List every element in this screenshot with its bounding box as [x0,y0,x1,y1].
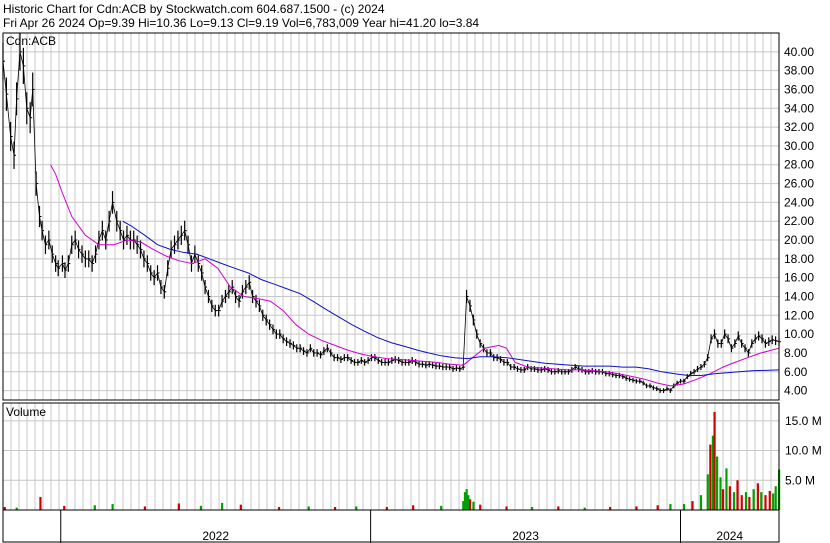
price-connector [22,65,28,109]
volume-bar [39,496,42,510]
price-panel-label: Cdn:ACB [6,34,56,48]
volume-bar [756,483,759,510]
x-axis-label: 2024 [716,529,743,543]
y-tick-label: 8.00 [784,346,808,360]
x-axis-label: 2023 [512,529,539,543]
x-axis-frame [2,509,780,543]
y-tick-label: 16.00 [784,271,814,285]
y-tick-label: 10.00 [784,327,814,341]
price-connector [462,296,467,368]
volume-bar [736,480,739,510]
y-tick-label: 24.00 [784,195,814,209]
volume-bar [748,496,751,510]
volume-bar [412,505,415,510]
volume-bar [656,505,659,510]
volume-series [3,411,781,510]
volume-bar [764,495,767,510]
volume-bar [307,506,310,510]
volume-bar [93,505,96,510]
volume-panel-frame [2,402,780,511]
price-connector [32,89,37,184]
volume-bar [557,506,560,510]
y-tick-label: 18.00 [784,252,814,266]
volume-bar [768,490,771,510]
y-tick-label: 32.00 [784,120,814,134]
year-dividers [60,510,682,543]
volume-bar [752,489,755,510]
volume-bar [706,474,709,510]
volume-tick-label: 5.0 M [785,473,815,487]
volume-bar [505,506,508,510]
y-tick-label: 12.00 [784,308,814,322]
y-tick-label: 4.00 [784,384,808,398]
volume-bar [733,492,736,510]
volume-bar [719,477,722,510]
volume-bar [635,506,638,510]
volume-bar [740,495,743,510]
price-connector [5,94,12,137]
price-connector [35,183,40,217]
volume-bar [355,506,358,510]
price-connector [67,244,73,264]
volume-bar [472,501,475,510]
volume-tick-label: 10.0 M [785,444,822,458]
y-tick-label: 30.00 [784,139,814,153]
volume-bar [143,506,146,510]
price-panel-frame [2,32,780,401]
volume-bar [760,492,763,510]
y-tick-label: 6.00 [784,365,808,379]
volume-tick-labels: 5.0 M 10.0 M 15.0 M [785,414,822,487]
y-tick-labels: 4.00 6.00 8.00 10.00 12.00 14.00 16.00 18.00 20.… [784,45,814,398]
volume-bar [713,411,716,510]
volume-bar [440,505,443,510]
y-tick-label: 34.00 [784,101,814,115]
volume-panel-label: Volume [6,405,46,419]
volume-bar [669,504,672,510]
panel-frames [2,32,780,543]
volume-bar [239,504,242,510]
volume-tick-label: 15.0 M [785,414,822,428]
volume-bar [177,503,180,510]
volume-bar [721,489,725,510]
price-connector [748,343,753,354]
y-tick-label: 36.00 [784,82,814,96]
y-tick-label: 26.00 [784,177,814,191]
volume-bar [772,493,775,510]
volume-bar [774,486,777,510]
y-tick-label: 38.00 [784,64,814,78]
volume-bar [682,504,686,510]
volume-bar [199,505,203,510]
volume-bar [63,505,66,510]
price-series [2,33,781,393]
volume-bar [479,504,482,510]
volume-grid [3,403,779,510]
y-tick-label: 22.00 [784,214,814,228]
volume-bar [744,492,748,510]
volume-bar [468,499,472,510]
volume-bar [111,504,114,510]
y-tick-label: 20.00 [784,233,814,247]
x-axis-label: 2022 [202,529,229,543]
price-connector [469,305,474,321]
price-connector [187,244,192,264]
volume-bar [725,468,728,510]
stock-chart: 4.00 6.00 8.00 10.00 12.00 14.00 16.00 18.00 20.… [2,32,822,543]
y-tick-label: 28.00 [784,158,814,172]
price-connector [163,268,169,292]
volume-bar [691,501,694,510]
price-grid [3,33,779,400]
y-tick-label: 14.00 [784,289,814,303]
y-tick-label: 40.00 [784,45,814,59]
volume-bar [699,495,703,510]
volume-bar [221,502,224,510]
volume-bar [728,486,731,510]
x-axis-labels: 2022 2023 2024 [202,529,743,543]
volume-bar [709,444,712,510]
volume-bar [716,456,719,510]
price-connector [707,338,712,358]
